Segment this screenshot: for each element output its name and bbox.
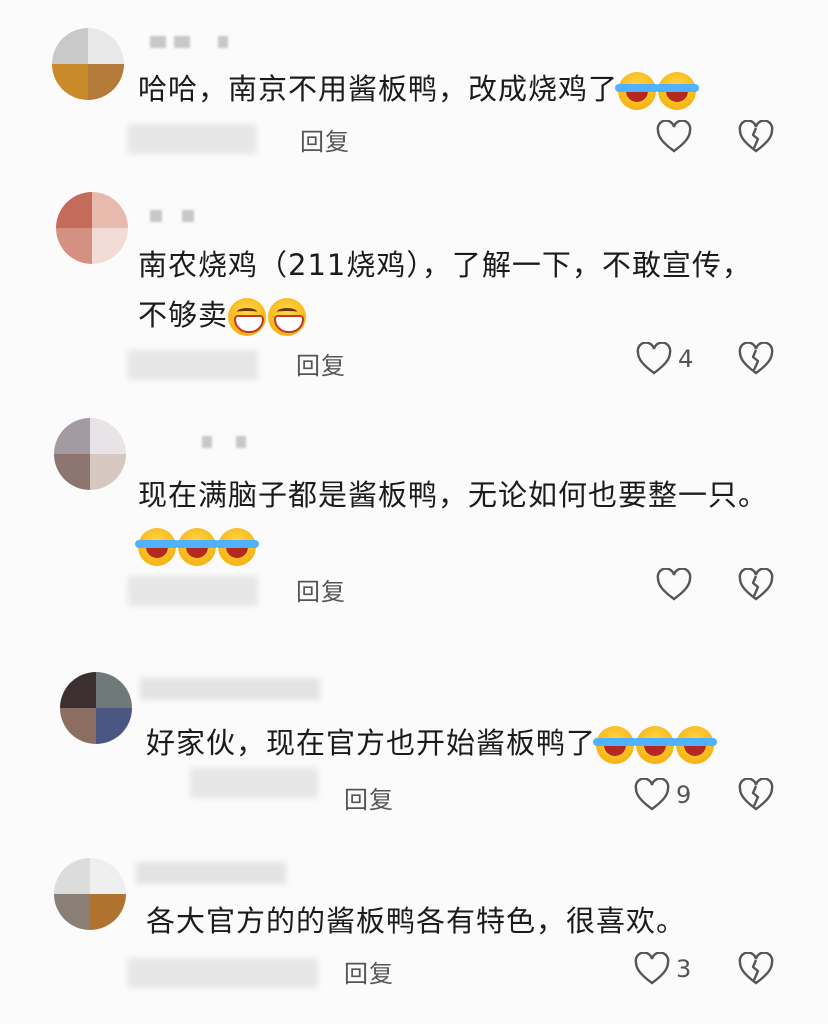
like-count: 3 [676,955,692,983]
crying-laughing-emoji [673,726,718,764]
comment-text: 现在满脑子都是酱板鸭，无论如何也要整一只。 [138,478,769,512]
comment-item: 各大官方的的酱板鸭各有特色，很喜欢。 回复 3 [0,840,828,1024]
crying-laughing-emoji [615,72,660,110]
timestamp-blurred [128,350,258,380]
grinning-emoji [228,298,267,336]
username-blurred[interactable] [202,436,246,450]
reply-button[interactable]: 回复 [296,572,346,607]
broken-heart-icon [738,568,774,602]
heart-outline-icon [634,952,670,986]
crying-laughing-emoji [215,528,259,566]
crying-laughing-emoji [135,528,179,566]
timestamp-blurred [190,768,318,798]
avatar[interactable] [52,28,124,100]
reply-button[interactable]: 回复 [296,346,346,381]
comment-text: 好家伙，现在官方也开始酱板鸭了 [146,718,718,768]
comment-text: 南农烧鸡（211烧鸡），了解一下，不敢宣传， [138,248,752,282]
crying-laughing-emoji [655,72,700,110]
heart-outline-icon [656,568,692,602]
avatar[interactable] [60,672,132,744]
reply-button[interactable]: 回复 [344,780,394,815]
avatar[interactable] [54,858,126,930]
like-button[interactable]: 3 [634,952,691,986]
comment-item: 南农烧鸡（211烧鸡），了解一下，不敢宣传， 不够卖 回复 4 [0,180,828,400]
broken-heart-icon [738,342,774,376]
heart-outline-icon [634,778,670,812]
reply-button[interactable]: 回复 [300,122,350,157]
comment-item: 现在满脑子都是酱板鸭，无论如何也要整一只。 回复 [0,410,828,630]
dislike-button[interactable] [738,120,774,154]
dislike-button[interactable] [738,778,774,812]
comment-text: 哈哈，南京不用酱板鸭，改成烧鸡了 [138,64,700,114]
username-blurred[interactable] [136,862,286,884]
avatar[interactable] [56,192,128,264]
dislike-button[interactable] [738,342,774,376]
emoji-group [593,726,718,764]
username-blurred[interactable] [140,678,320,700]
like-button[interactable] [656,120,692,154]
dislike-button[interactable] [738,952,774,986]
comment-item: 哈哈，南京不用酱板鸭，改成烧鸡了 回复 [0,0,828,180]
dislike-button[interactable] [738,568,774,602]
like-count: 9 [676,781,692,809]
like-button[interactable]: 4 [636,342,693,376]
broken-heart-icon [738,778,774,812]
timestamp-blurred [128,124,256,154]
grinning-emoji [268,298,307,336]
comment-text-line2: 不够卖 [138,290,307,340]
heart-outline-icon [636,342,672,376]
crying-laughing-emoji [593,726,638,764]
comment-text: 各大官方的的酱板鸭各有特色，很喜欢。 [146,904,687,938]
crying-laughing-emoji [633,726,678,764]
reply-button[interactable]: 回复 [344,954,394,989]
emoji-group [135,528,259,566]
timestamp-blurred [128,576,258,606]
emoji-line [135,520,259,570]
comment-item: 好家伙，现在官方也开始酱板鸭了 回复 9 [0,660,828,840]
emoji-group [615,72,700,110]
like-button[interactable]: 9 [634,778,691,812]
broken-heart-icon [738,952,774,986]
timestamp-blurred [128,958,318,988]
crying-laughing-emoji [175,528,219,566]
heart-outline-icon [656,120,692,154]
avatar[interactable] [54,418,126,490]
username-blurred[interactable] [150,210,194,224]
like-button[interactable] [656,568,692,602]
emoji-group [228,298,307,336]
username-blurred[interactable] [150,36,228,50]
like-count: 4 [678,345,694,373]
broken-heart-icon [738,120,774,154]
